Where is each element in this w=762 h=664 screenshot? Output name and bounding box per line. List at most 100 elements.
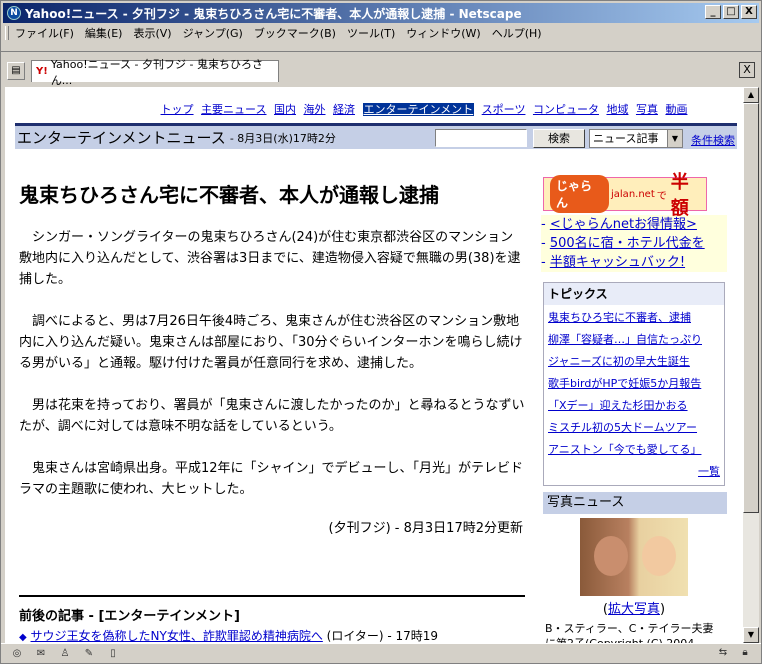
page-icon[interactable]: ▤ [7, 62, 25, 80]
topics-list: 鬼束ちひろ宅に不審者、逮捕 柳澤「容疑者…」自信たっぷり ジャニーズに初の早大生… [544, 305, 724, 485]
topics-more-link[interactable]: 一覧 [698, 465, 720, 478]
nav-entertainment[interactable]: エンターテインメント [362, 103, 475, 116]
address-book-icon[interactable]: ▯ [105, 647, 121, 661]
nav-top[interactable]: トップ [161, 103, 194, 116]
photo-caption: B・スティラー、C・テイラー夫妻に第2子(Copyright (C) 2004 [545, 622, 714, 643]
list-item: ミスチル初の5大ドームツアー [548, 417, 720, 439]
photo-person-left [594, 536, 628, 576]
minimize-button[interactable]: _ [705, 5, 721, 19]
yahoo-logo-icon: Y! [36, 66, 48, 77]
scroll-up-icon[interactable]: ▲ [743, 87, 759, 103]
menu-bookmarks[interactable]: ブックマーク(B) [254, 25, 336, 41]
connection-icon: ⇆ [718, 647, 728, 658]
nav-photo[interactable]: 写真 [636, 103, 658, 116]
article-paragraph: 男は花束を持っており、署員が「鬼束さんに渡したかったのか」と尋ねるとうなずいたが… [19, 398, 525, 434]
close-window-button[interactable]: X [741, 5, 757, 19]
menu-edit[interactable]: 編集(E) [85, 25, 123, 41]
category-nav: トップ 主要ニュース 国内 海外 経済 エンターテインメント スポーツ コンピュ… [5, 101, 743, 117]
tab-bar: ▤ Y! Yahoo!ニュース - 夕刊フジ - 鬼束ちひろさん... X [1, 51, 761, 87]
nav-main-news[interactable]: 主要ニュース [201, 103, 266, 116]
menu-go[interactable]: ジャンプ(G) [183, 25, 243, 41]
netscape-icon: N [7, 6, 21, 20]
tab-label: Yahoo!ニュース - 夕刊フジ - 鬼束ちひろさん... [50, 57, 263, 87]
related-source: (ロイター) - 17時19 [326, 629, 439, 643]
list-item: 歌手birdがHPで妊娠5か月報告 [548, 373, 720, 395]
menu-view[interactable]: 表示(V) [133, 25, 171, 41]
related-link[interactable]: サウジ王女を偽称したNY女性、詐欺罪認め精神病院へ [31, 629, 323, 643]
aim-icon[interactable]: ♙ [57, 647, 73, 661]
jalan-connector: で [656, 190, 667, 202]
section-date: - 8月3日(水)17時2分 [229, 131, 336, 145]
topic-link[interactable]: 鬼束ちひろ宅に不審者、逮捕 [548, 311, 691, 324]
mail-icon[interactable]: ✉ [33, 647, 49, 661]
article-paragraph: シンガー・ソングライターの鬼束ちひろさん(24)が住む東京都渋谷区のマンション敷… [19, 230, 521, 287]
menu-bar: ファイル(F) 編集(E) 表示(V) ジャンプ(G) ブックマーク(B) ツー… [1, 23, 761, 43]
maximize-button[interactable]: □ [723, 5, 739, 19]
topics-box: トピックス 鬼束ちひろ宅に不審者、逮捕 柳澤「容疑者…」自信たっぷり ジャニーズ… [543, 282, 725, 486]
menu-window[interactable]: ウィンドウ(W) [406, 25, 480, 41]
search-button[interactable]: 検索 [533, 129, 585, 148]
article-headline: 鬼束ちひろさん宅に不審者、本人が通報し逮捕 [19, 183, 439, 207]
news-photo[interactable] [580, 518, 688, 596]
nav-regional[interactable]: 地域 [606, 103, 628, 116]
topics-more: 一覧 [548, 461, 720, 483]
list-item: 柳澤「容疑者…」自信たっぷり [548, 329, 720, 351]
title-bar[interactable]: N Yahoo!ニュース - 夕刊フジ - 鬼束ちひろさん宅に不審者、本人が通報… [3, 3, 759, 23]
ad-item: - 500名に宿・ホテル代金を [541, 236, 705, 251]
jalan-headline: 半額 [670, 172, 689, 219]
section-title: エンターテインメントニュース [17, 129, 226, 147]
ad-link[interactable]: 500名に宿・ホテル代金を [550, 236, 705, 251]
topic-link[interactable]: 歌手birdがHPで妊娠5か月報告 [548, 377, 701, 390]
ad-links: - <じゃらんnetお得情報> - 500名に宿・ホテル代金を - 半額キャッシ… [541, 215, 727, 272]
related-heading: 前後の記事 - [エンターテインメント] [19, 609, 240, 624]
article-byline: (夕刊フジ) - 8月3日17時2分更新 [328, 521, 523, 536]
list-item: 鬼束ちひろ宅に不審者、逮捕 [548, 307, 720, 329]
photo-news-heading: 写真ニュース [543, 492, 727, 514]
jalan-logo: じゃらん [550, 175, 609, 213]
composer-icon[interactable]: ✎ [81, 647, 97, 661]
navigator-icon[interactable]: ◎ [9, 647, 25, 661]
security-lock-icon[interactable]: 🔒︎ [737, 646, 753, 660]
nav-economy[interactable]: 経済 [333, 103, 355, 116]
photo-enlarge: (拡大写真) [602, 602, 666, 617]
nav-video[interactable]: 動画 [665, 103, 687, 116]
nav-sports[interactable]: スポーツ [482, 103, 526, 116]
topic-link[interactable]: 柳澤「容疑者…」自信たっぷり [548, 333, 702, 346]
close-tab-button[interactable]: X [739, 62, 755, 78]
nav-overseas[interactable]: 海外 [304, 103, 326, 116]
nav-domestic[interactable]: 国内 [274, 103, 296, 116]
vertical-scrollbar[interactable]: ▲ ▼ [743, 87, 759, 643]
section-header: エンターテインメントニュース - 8月3日(水)17時2分 検索 ニュース記事 … [15, 123, 737, 149]
page-content: トップ 主要ニュース 国内 海外 経済 エンターテインメント スポーツ コンピュ… [5, 87, 743, 643]
browser-window: N Yahoo!ニュース - 夕刊フジ - 鬼束ちひろさん宅に不審者、本人が通報… [0, 0, 762, 664]
menu-tools[interactable]: ツール(T) [347, 25, 395, 41]
topics-heading: トピックス [548, 287, 608, 301]
topic-link[interactable]: アニストン「今でも愛してる」 [548, 443, 701, 456]
tab-yahoo-news[interactable]: Y! Yahoo!ニュース - 夕刊フジ - 鬼束ちひろさん... [31, 58, 279, 87]
photo-person-right [642, 536, 676, 576]
topic-link[interactable]: ジャニーズに初の早大生誕生 [548, 355, 690, 368]
ad-link[interactable]: 半額キャッシュバック! [550, 255, 685, 270]
list-item: 「Xデー」迎えた杉田かおる [548, 395, 720, 417]
menu-file[interactable]: ファイル(F) [15, 25, 74, 41]
nav-computer[interactable]: コンピュータ [533, 103, 599, 116]
scroll-down-icon[interactable]: ▼ [743, 627, 759, 643]
jalan-ad-banner[interactable]: じゃらん jalan.net で 半額 [543, 172, 707, 219]
search-type-select[interactable]: ニュース記事 ▼ [589, 129, 683, 148]
advanced-search-link[interactable]: 条件検索 [691, 132, 735, 148]
ad-item: - 半額キャッシュバック! [541, 255, 686, 270]
menu-grip [5, 26, 9, 40]
list-item: アニストン「今でも愛してる」 [548, 439, 720, 461]
bullet-icon: ◆ [19, 632, 27, 643]
search-input[interactable] [435, 129, 527, 147]
article-paragraph: 鬼束さんは宮崎県出身。平成12年に「シャイン」でデビューし、「月光」がテレビドラ… [19, 461, 524, 497]
menu-help[interactable]: ヘルプ(H) [492, 25, 542, 41]
enlarge-photo-link[interactable]: 拡大写真 [608, 602, 660, 617]
topic-link[interactable]: 「Xデー」迎えた杉田かおる [548, 399, 688, 412]
topic-link[interactable]: ミスチル初の5大ドームツアー [548, 421, 697, 434]
chevron-down-icon: ▼ [667, 130, 682, 147]
search-type-value: ニュース記事 [593, 132, 659, 145]
scroll-thumb[interactable] [743, 103, 759, 513]
divider [19, 595, 525, 597]
status-bar: ◎ ✉ ♙ ✎ ▯ ⇆ 🔒︎ [1, 643, 761, 663]
